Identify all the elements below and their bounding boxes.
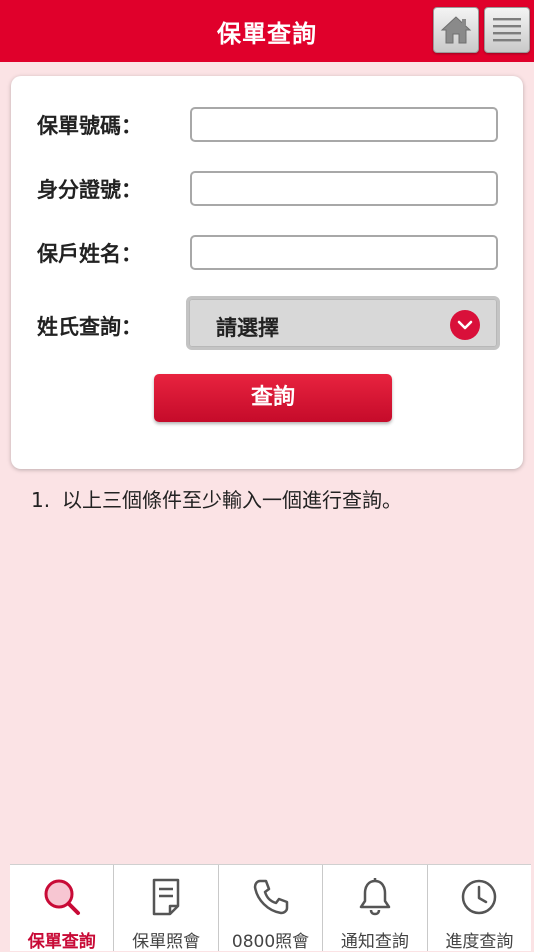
- tab-notification-query[interactable]: 通知查詢: [323, 865, 428, 952]
- menu-icon: [493, 18, 521, 42]
- search-icon: [44, 879, 80, 915]
- surname-select[interactable]: 請選擇: [186, 296, 500, 350]
- tab-label: 保單照會: [132, 932, 201, 952]
- home-button[interactable]: [433, 7, 479, 53]
- bottom-tab-bar: 保單查詢 保單照會 0800照會 通知查詢 進度查詢: [10, 864, 531, 952]
- app-header: 保單查詢: [0, 0, 534, 62]
- note-item: 1. 以上三個條件至少輸入一個進行查詢。: [31, 484, 402, 513]
- id-no-input[interactable]: [190, 171, 498, 206]
- document-icon: [152, 878, 180, 916]
- policy-no-label: 保單號碼：: [37, 114, 142, 138]
- note-number: 1.: [31, 488, 51, 512]
- surname-label: 姓氏查詢：: [37, 315, 142, 339]
- search-submit-button[interactable]: 查詢: [154, 374, 392, 422]
- phone-icon: [253, 879, 288, 915]
- note-text: 以上三個條件至少輸入一個進行查詢。: [62, 488, 402, 512]
- bell-icon: [359, 878, 391, 916]
- tab-label: 保單查詢: [27, 932, 96, 952]
- policy-no-input[interactable]: [190, 107, 498, 142]
- home-icon: [440, 16, 472, 44]
- tab-label: 0800照會: [231, 932, 310, 952]
- clock-icon: [462, 879, 497, 915]
- tab-policy-query[interactable]: 保單查詢: [10, 865, 115, 952]
- query-form-card: 保單號碼： 身分證號： 保戶姓名： 姓氏查詢： 請選擇 查詢: [11, 76, 523, 469]
- tab-0800-notice[interactable]: 0800照會: [219, 865, 324, 952]
- chevron-down-icon: [450, 310, 480, 340]
- tab-policy-notice[interactable]: 保單照會: [114, 865, 219, 952]
- id-no-label: 身分證號：: [37, 178, 142, 202]
- tab-label: 通知查詢: [340, 932, 409, 952]
- surname-select-value: 請選擇: [216, 316, 279, 340]
- holder-name-input[interactable]: [190, 235, 498, 270]
- menu-button[interactable]: [484, 7, 530, 53]
- tab-label: 進度查詢: [445, 932, 514, 952]
- tab-progress-query[interactable]: 進度查詢: [428, 865, 531, 952]
- holder-name-label: 保戶姓名：: [37, 242, 142, 266]
